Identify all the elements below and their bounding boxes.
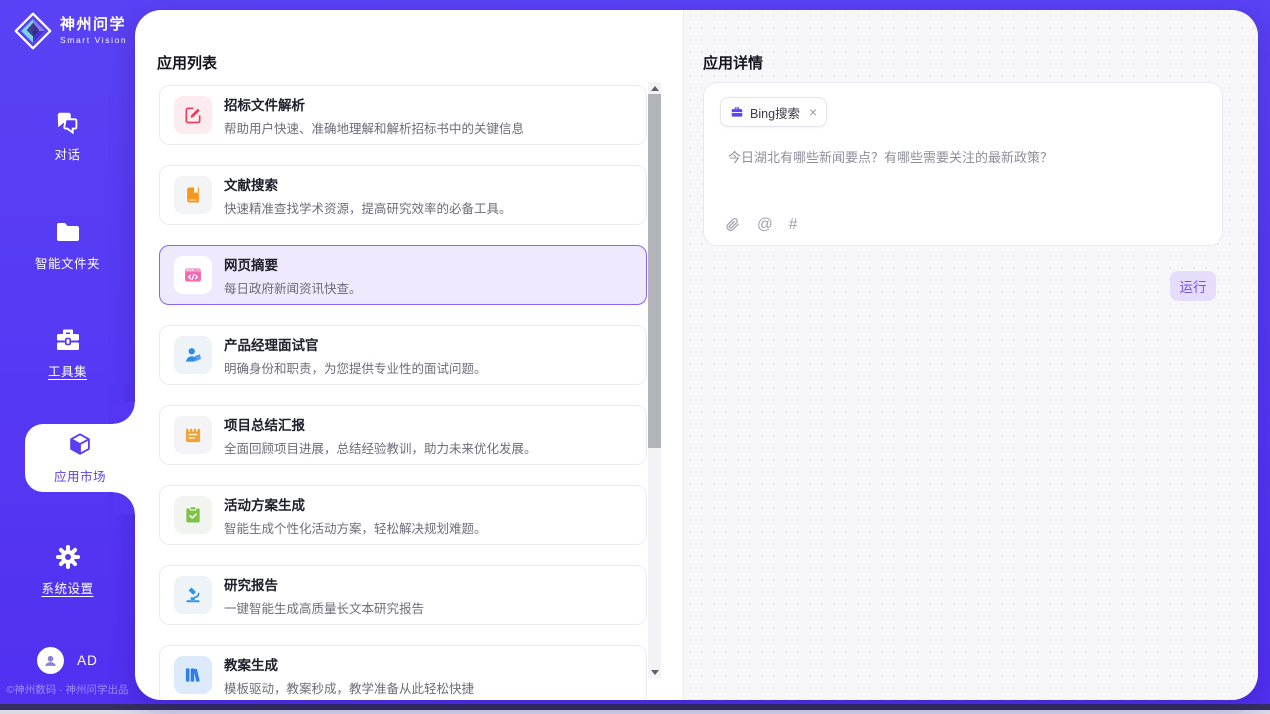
app-card-books[interactable]: 教案生成 模板驱动，教案秒成，教学准备从此轻松快捷: [159, 645, 647, 700]
app-card-book[interactable]: 文献搜索 快速精准查找学术资源，提高研究效率的必备工具。: [159, 165, 647, 225]
paperclip-icon[interactable]: [724, 216, 741, 233]
user-name: AD: [77, 653, 98, 668]
sidebar: 神州问学 Smart Vision 对话 智能文件夹 工具集: [0, 0, 135, 714]
chip-close-icon[interactable]: ×: [809, 105, 817, 119]
app-card-note[interactable]: 项目总结汇报 全面回顾项目进展，总结经验教训，助力未来优化发展。: [159, 405, 647, 465]
chat-icon: [54, 109, 82, 137]
app-card-edit-doc[interactable]: 招标文件解析 帮助用户快速、准确地理解和解析招标书中的关键信息: [159, 85, 647, 145]
app-card-desc: 明确身份和职责，为您提供专业性的面试问题。: [224, 358, 487, 377]
sidebar-item-cube[interactable]: 应用市场: [25, 424, 135, 492]
mention-icon[interactable]: @: [757, 217, 773, 233]
brand-subtitle: Smart Vision: [60, 35, 127, 45]
app-card-title: 研究报告: [224, 574, 424, 594]
scrollbar-thumb[interactable]: [648, 94, 661, 448]
input-toolbar: @ #: [724, 216, 797, 233]
browser-code-icon: [174, 256, 212, 294]
brand-title: 神州问学: [60, 17, 127, 34]
app-card-title: 教案生成: [224, 654, 474, 674]
briefcase-icon: [730, 105, 744, 119]
tool-chip-label: Bing搜索: [750, 103, 800, 122]
books-icon: [174, 656, 212, 694]
app-card-title: 招标文件解析: [224, 94, 524, 114]
triangle-down-icon: [651, 670, 659, 675]
copyright-footer: ©神州数码 · 神州问学出品: [0, 682, 135, 697]
app-card-title: 活动方案生成: [224, 494, 487, 514]
app-card-microscope[interactable]: 研究报告 一键智能生成高质量长文本研究报告: [159, 565, 647, 625]
cube-icon: [66, 431, 94, 459]
tool-chip-bing-search[interactable]: Bing搜索 ×: [720, 97, 827, 127]
microscope-icon: [174, 576, 212, 614]
sidebar-item-label: 系统设置: [41, 578, 93, 597]
sidebar-item-gear[interactable]: 系统设置: [0, 536, 135, 604]
app-detail-title: 应用详情: [703, 52, 763, 73]
app-card-desc: 快速精准查找学术资源，提高研究效率的必备工具。: [224, 198, 512, 217]
scroll-down-button[interactable]: [648, 666, 661, 678]
scroll-up-button[interactable]: [648, 82, 661, 94]
triangle-up-icon: [651, 86, 659, 91]
topic-hash-icon[interactable]: #: [789, 217, 798, 233]
user-account[interactable]: AD: [0, 647, 135, 674]
interviewer-icon: [174, 336, 212, 374]
avatar[interactable]: [37, 647, 64, 674]
app-card-title: 产品经理面试官: [224, 334, 487, 354]
prompt-input[interactable]: 今日湖北有哪些新闻要点？有哪些需要关注的最新政策？: [726, 145, 1200, 207]
app-detail-panel: 应用详情 Bing搜索 × 今日湖北有哪些新闻要点？有哪些需要关注的最新政策？: [683, 10, 1258, 700]
brand-logo: 神州问学 Smart Vision: [13, 11, 127, 51]
app-card-title: 项目总结汇报: [224, 414, 537, 434]
app-list: 招标文件解析 帮助用户快速、准确地理解和解析招标书中的关键信息 文献搜索 快速精…: [159, 85, 647, 700]
prompt-card: Bing搜索 × 今日湖北有哪些新闻要点？有哪些需要关注的最新政策？ @ #: [703, 82, 1223, 246]
diamond-logo-icon: [13, 11, 53, 51]
app-card-desc: 智能生成个性化活动方案，轻松解决规划难题。: [224, 518, 487, 537]
main-content: 应用列表 招标文件解析 帮助用户快速、准确地理解和解析招标书中的关键信息: [135, 10, 1258, 700]
app-card-desc: 一键智能生成高质量长文本研究报告: [224, 598, 424, 617]
sidebar-item-toolbox[interactable]: 工具集: [0, 319, 135, 387]
sidebar-item-folder[interactable]: 智能文件夹: [0, 211, 135, 279]
edit-doc-icon: [174, 96, 212, 134]
sidebar-item-chat[interactable]: 对话: [0, 102, 135, 170]
sidebar-item-label: 对话: [54, 144, 80, 163]
app-card-interviewer[interactable]: 产品经理面试官 明确身份和职责，为您提供专业性的面试问题。: [159, 325, 647, 385]
app-card-desc: 帮助用户快速、准确地理解和解析招标书中的关键信息: [224, 118, 524, 137]
list-scrollbar[interactable]: [648, 82, 661, 678]
app-list-panel: 应用列表 招标文件解析 帮助用户快速、准确地理解和解析招标书中的关键信息: [135, 10, 683, 700]
app-card-browser-code[interactable]: 网页摘要 每日政府新闻资讯快查。: [159, 245, 647, 305]
app-card-desc: 每日政府新闻资讯快查。: [224, 278, 362, 297]
run-button[interactable]: 运行: [1170, 271, 1216, 301]
toolbox-icon: [54, 326, 82, 354]
app-card-desc: 全面回顾项目进展，总结经验教训，助力未来优化发展。: [224, 438, 537, 457]
desktop-edge: [0, 710, 1270, 714]
app-card-title: 文献搜索: [224, 174, 512, 194]
folder-icon: [54, 218, 82, 246]
app-card-desc: 模板驱动，教案秒成，教学准备从此轻松快捷: [224, 678, 474, 697]
app-card-clipboard-check[interactable]: 活动方案生成 智能生成个性化活动方案，轻松解决规划难题。: [159, 485, 647, 545]
person-icon: [42, 652, 59, 669]
sidebar-item-label: 智能文件夹: [35, 253, 100, 272]
sidebar-item-label: 工具集: [48, 361, 87, 380]
book-icon: [174, 176, 212, 214]
app-card-title: 网页摘要: [224, 254, 362, 274]
note-icon: [174, 416, 212, 454]
clipboard-check-icon: [174, 496, 212, 534]
app-list-title: 应用列表: [157, 52, 217, 73]
sidebar-item-label: 应用市场: [54, 466, 106, 485]
app-window: 神州问学 Smart Vision 对话 智能文件夹 工具集: [0, 0, 1270, 714]
gear-icon: [54, 543, 82, 571]
